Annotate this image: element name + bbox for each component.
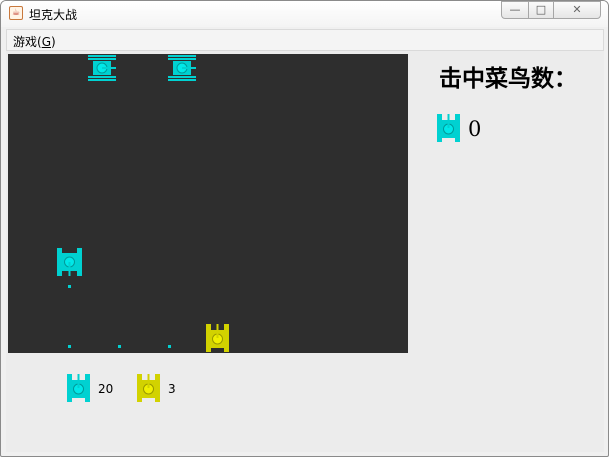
player-tank-icon [206, 324, 229, 352]
bullet-icon [118, 345, 121, 348]
bullet-icon [68, 285, 71, 288]
enemy-tank-icon [67, 374, 90, 402]
enemy-tank-icon [57, 248, 82, 276]
app-window: ☕ 坦克大战 — □ ✕ 游戏(G) 击中菜鸟数： 0 20 3 [0, 0, 609, 457]
enemy-remaining-count: 20 [98, 382, 114, 396]
battle-arena[interactable] [8, 54, 408, 353]
player-lives-count: 3 [168, 382, 176, 396]
hit-count-title: 击中菜鸟数： [439, 65, 577, 92]
window-title: 坦克大战 [29, 8, 78, 22]
menu-game[interactable]: 游戏(G) [13, 33, 56, 50]
game-panel: 击中菜鸟数： 0 20 3 [6, 51, 604, 452]
close-button[interactable]: ✕ [553, 1, 601, 19]
minimize-button[interactable]: — [501, 1, 529, 19]
bullet-icon [68, 345, 71, 348]
player-tank-icon [137, 374, 160, 402]
enemy-tank-icon [437, 114, 460, 142]
enemy-tank-icon [88, 55, 116, 81]
hit-count-value: 0 [468, 117, 482, 141]
java-app-icon: ☕ [9, 6, 23, 20]
menu-game-label: 游戏( [13, 35, 42, 49]
enemy-tank-icon [168, 55, 196, 81]
bullet-icon [168, 345, 171, 348]
menu-game-suffix: ) [51, 35, 56, 49]
maximize-button[interactable]: □ [528, 1, 554, 19]
title-bar[interactable]: ☕ 坦克大战 — □ ✕ [1, 1, 608, 27]
menu-bar: 游戏(G) [6, 29, 604, 51]
menu-game-mnemonic: G [41, 35, 51, 49]
